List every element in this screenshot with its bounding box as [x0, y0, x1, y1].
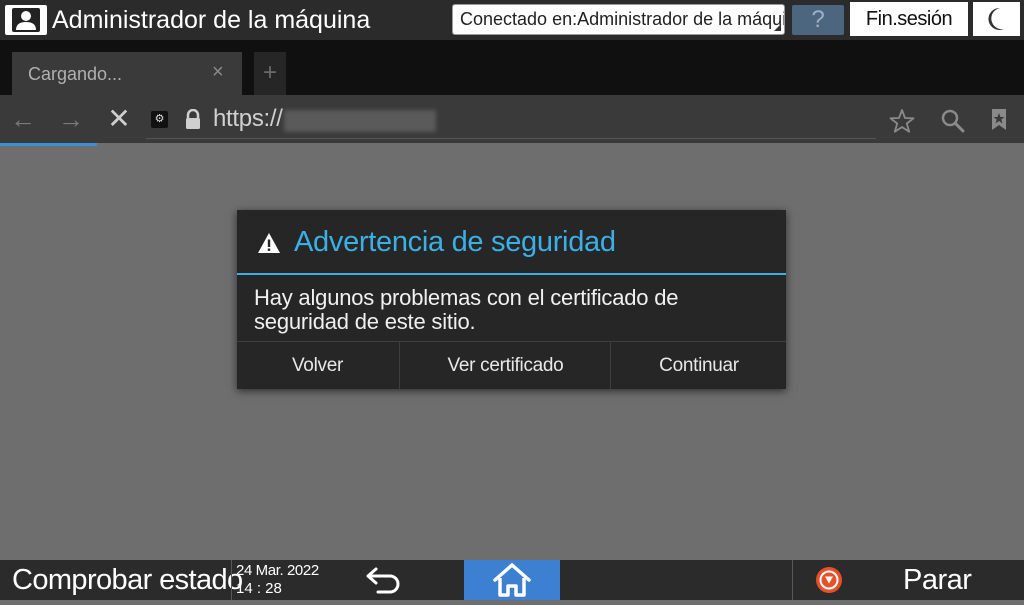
tab-close-icon[interactable]: ×	[212, 61, 224, 84]
bookmark-icon[interactable]	[989, 108, 1009, 137]
warning-icon	[257, 232, 281, 259]
connected-user-dropdown[interactable]: Conectado en:Administrador de la máquina	[452, 4, 785, 35]
view-certificate-button[interactable]: Ver certificado	[399, 342, 611, 390]
home-icon	[493, 563, 531, 597]
stop-loading-button[interactable]: ✕	[104, 104, 134, 134]
date-display: 24 Mar. 2022	[236, 562, 319, 579]
home-button[interactable]	[464, 560, 560, 600]
tab-title: Cargando...	[28, 64, 123, 84]
energy-saver-button[interactable]	[973, 2, 1020, 36]
go-back-button[interactable]: Volver	[237, 342, 398, 390]
moon-icon	[988, 7, 1004, 30]
stop-button-label[interactable]: Parar	[903, 561, 972, 599]
site-icon: ⚙	[151, 111, 168, 128]
stop-icon[interactable]	[815, 566, 843, 599]
continue-button[interactable]: Continuar	[610, 342, 787, 390]
forward-button[interactable]: →	[56, 104, 86, 134]
star-icon[interactable]	[889, 108, 915, 139]
divider	[231, 560, 232, 600]
logout-button[interactable]: Fin.sesión	[850, 2, 968, 36]
browser-tab[interactable]: Cargando... ×	[12, 52, 242, 95]
dialog-title-separator	[237, 273, 786, 275]
time-display: 14 : 28	[236, 580, 282, 597]
user-title: Administrador de la máquina	[52, 6, 371, 34]
back-arrow-icon[interactable]	[364, 564, 404, 601]
url-text: https://	[213, 105, 283, 132]
back-button[interactable]: ←	[8, 104, 38, 134]
help-button[interactable]: ?	[792, 5, 844, 35]
lock-icon[interactable]	[184, 108, 202, 136]
dialog-button-row: Volver Ver certificado Continuar	[237, 341, 786, 390]
security-warning-dialog: Advertencia de seguridad Hay algunos pro…	[237, 210, 786, 390]
url-redacted-host	[284, 110, 436, 132]
divider	[792, 560, 793, 600]
connected-label: Conectado en:Administrador de la máquina	[460, 9, 785, 29]
check-status-button[interactable]: Comprobar estado	[12, 561, 243, 599]
dialog-title: Advertencia de seguridad	[294, 226, 616, 258]
user-icon	[5, 5, 47, 35]
new-tab-button[interactable]: +	[254, 52, 286, 95]
dialog-message: Hay algunos problemas con el certificado…	[254, 285, 679, 334]
search-icon[interactable]	[940, 108, 966, 139]
dropdown-indicator-icon	[774, 24, 781, 31]
